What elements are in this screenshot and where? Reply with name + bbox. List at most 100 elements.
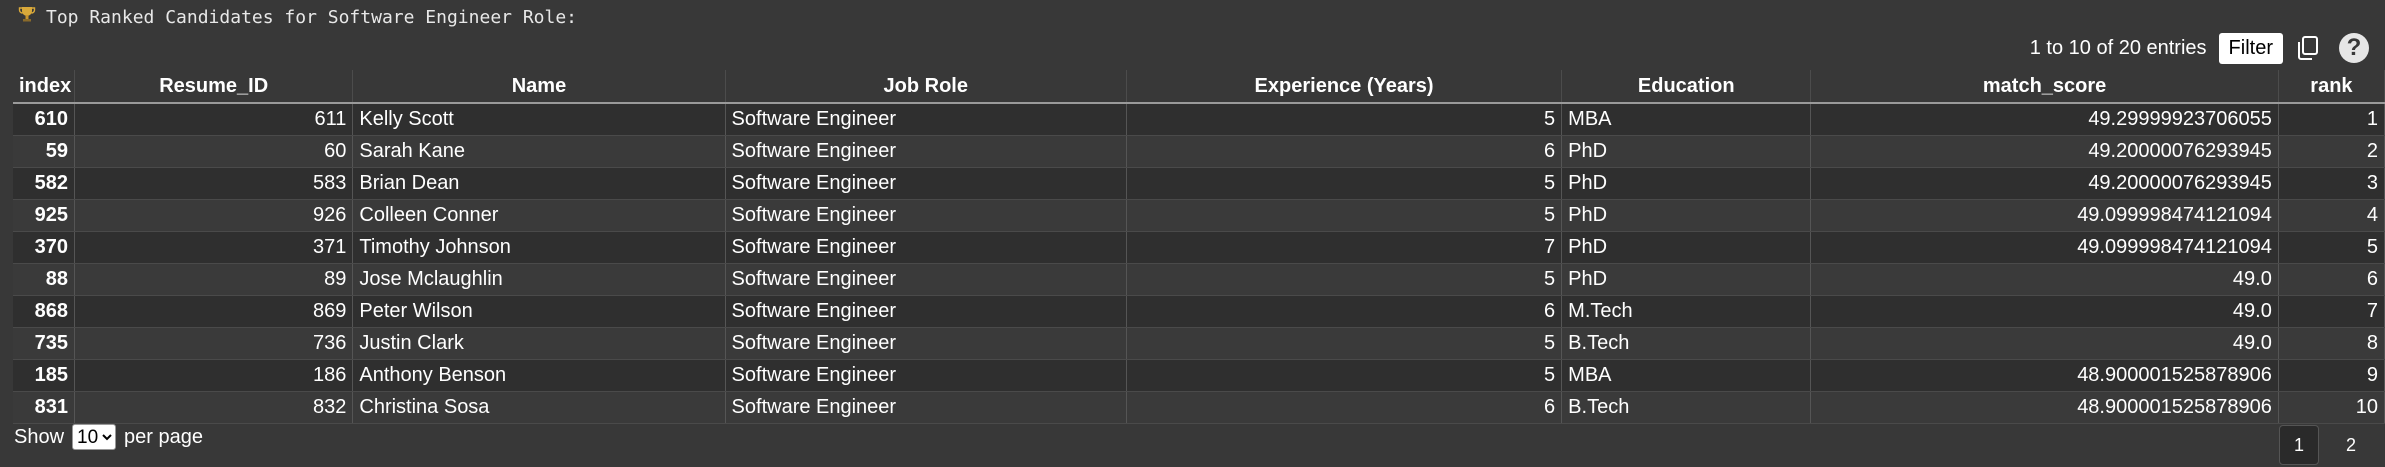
cell-resume-id: 89 <box>74 263 354 296</box>
cell-experience: 5 <box>1126 263 1563 296</box>
cell-resume-id: 371 <box>74 231 354 264</box>
cell-resume-id: 583 <box>74 167 354 200</box>
cell-name: Peter Wilson <box>352 295 726 328</box>
table-row: 610 611 Kelly Scott Software Engineer 5 MBA 49… <box>13 103 2385 136</box>
cell-rank: 10 <box>2278 391 2385 424</box>
cell-match-score: 49.099998474121094 <box>1810 199 2279 232</box>
title-text: Top Ranked Candidates for Software Engin… <box>46 7 578 28</box>
cell-match-score: 48.900001525878906 <box>1810 391 2279 424</box>
cell-match-score: 49.0 <box>1810 327 2279 360</box>
col-header-rank[interactable]: rank <box>2278 70 2385 104</box>
cell-match-score: 49.099998474121094 <box>1810 231 2279 264</box>
cell-education: PhD <box>1561 167 1812 200</box>
help-icon[interactable]: ? <box>2339 33 2369 63</box>
cell-index: 59 <box>13 135 76 168</box>
cell-name: Jose Mclaughlin <box>352 263 726 296</box>
cell-rank: 5 <box>2278 231 2385 264</box>
per-page-label: per page <box>124 425 203 448</box>
filter-button[interactable]: Filter <box>2218 32 2283 64</box>
page-button-1[interactable]: 1 <box>2279 425 2319 465</box>
cell-education: PhD <box>1561 231 1812 264</box>
table-row: 925 926 Colleen Conner Software Engineer 5 Ph… <box>13 199 2385 232</box>
cell-resume-id: 926 <box>74 199 354 232</box>
table-row: 185 186 Anthony Benson Software Engineer 5 MB… <box>13 359 2385 392</box>
cell-name: Colleen Conner <box>352 199 726 232</box>
table-row: 88 89 Jose Mclaughlin Software Engineer 5 PhD… <box>13 263 2385 296</box>
cell-match-score: 49.20000076293945 <box>1810 167 2279 200</box>
cell-resume-id: 611 <box>74 103 354 136</box>
cell-experience: 5 <box>1126 327 1563 360</box>
cell-experience: 5 <box>1126 103 1563 136</box>
cell-index: 735 <box>13 327 76 360</box>
cell-name: Kelly Scott <box>352 103 726 136</box>
table-row: 831 832 Christina Sosa Software Engineer 6 B.… <box>13 391 2385 424</box>
page-button-2[interactable]: 2 <box>2331 425 2371 465</box>
cell-rank: 9 <box>2278 359 2385 392</box>
cell-experience: 5 <box>1126 359 1563 392</box>
cell-job-role: Software Engineer <box>725 199 1127 232</box>
pagination: 1 2 <box>2279 425 2371 465</box>
cell-education: MBA <box>1561 359 1812 392</box>
cell-rank: 6 <box>2278 263 2385 296</box>
cell-education: B.Tech <box>1561 391 1812 424</box>
cell-experience: 7 <box>1126 231 1563 264</box>
col-header-index[interactable]: index <box>13 70 76 104</box>
cell-index: 868 <box>13 295 76 328</box>
table-row: 582 583 Brian Dean Software Engineer 5 PhD 49.… <box>13 167 2385 200</box>
cell-index: 185 <box>13 359 76 392</box>
cell-job-role: Software Engineer <box>725 135 1127 168</box>
cell-education: B.Tech <box>1561 327 1812 360</box>
cell-match-score: 49.0 <box>1810 295 2279 328</box>
entries-info: 1 to 10 of 20 entries <box>2029 36 2207 59</box>
cell-job-role: Software Engineer <box>725 263 1127 296</box>
cell-match-score: 49.0 <box>1810 263 2279 296</box>
cell-match-score: 49.29999923706055 <box>1810 103 2279 136</box>
col-header-match-score[interactable]: match_score <box>1810 70 2279 104</box>
cell-job-role: Software Engineer <box>725 167 1127 200</box>
cell-resume-id: 186 <box>74 359 354 392</box>
cell-education: M.Tech <box>1561 295 1812 328</box>
candidates-table: index Resume_ID Name Job Role Experience… <box>13 70 2385 424</box>
table-row: 735 736 Justin Clark Software Engineer 5 B.Te… <box>13 327 2385 360</box>
col-header-job-role[interactable]: Job Role <box>725 70 1127 104</box>
cell-name: Anthony Benson <box>352 359 726 392</box>
cell-rank: 3 <box>2278 167 2385 200</box>
cell-education: PhD <box>1561 199 1812 232</box>
cell-resume-id: 736 <box>74 327 354 360</box>
per-page-select[interactable]: 10 <box>72 424 117 450</box>
cell-name: Justin Clark <box>352 327 726 360</box>
output-title: Top Ranked Candidates for Software Engin… <box>18 5 577 29</box>
trophy-icon <box>18 5 36 29</box>
cell-experience: 6 <box>1126 391 1563 424</box>
cell-index: 925 <box>13 199 76 232</box>
table-row: 59 60 Sarah Kane Software Engineer 6 PhD 49.20… <box>13 135 2385 168</box>
col-header-experience[interactable]: Experience (Years) <box>1126 70 1563 104</box>
cell-resume-id: 832 <box>74 391 354 424</box>
table-row: 370 371 Timothy Johnson Software Engineer 7 P… <box>13 231 2385 264</box>
cell-match-score: 49.20000076293945 <box>1810 135 2279 168</box>
cell-index: 582 <box>13 167 76 200</box>
col-header-resume-id[interactable]: Resume_ID <box>74 70 354 104</box>
copy-icon[interactable] <box>2295 34 2321 62</box>
cell-name: Sarah Kane <box>352 135 726 168</box>
table-toolbar: 1 to 10 of 20 entries Filter ? <box>2030 31 2385 65</box>
cell-education: MBA <box>1561 103 1812 136</box>
cell-index: 88 <box>13 263 76 296</box>
cell-job-role: Software Engineer <box>725 327 1127 360</box>
page-size-control: Show 10 per page <box>14 424 203 450</box>
cell-experience: 5 <box>1126 167 1563 200</box>
cell-resume-id: 60 <box>74 135 354 168</box>
cell-job-role: Software Engineer <box>725 231 1127 264</box>
cell-job-role: Software Engineer <box>725 103 1127 136</box>
cell-name: Brian Dean <box>352 167 726 200</box>
cell-name: Timothy Johnson <box>352 231 726 264</box>
col-header-name[interactable]: Name <box>352 70 726 104</box>
cell-resume-id: 869 <box>74 295 354 328</box>
cell-job-role: Software Engineer <box>725 295 1127 328</box>
cell-job-role: Software Engineer <box>725 359 1127 392</box>
col-header-education[interactable]: Education <box>1561 70 1812 104</box>
cell-rank: 8 <box>2278 327 2385 360</box>
cell-rank: 2 <box>2278 135 2385 168</box>
cell-rank: 1 <box>2278 103 2385 136</box>
cell-experience: 6 <box>1126 295 1563 328</box>
